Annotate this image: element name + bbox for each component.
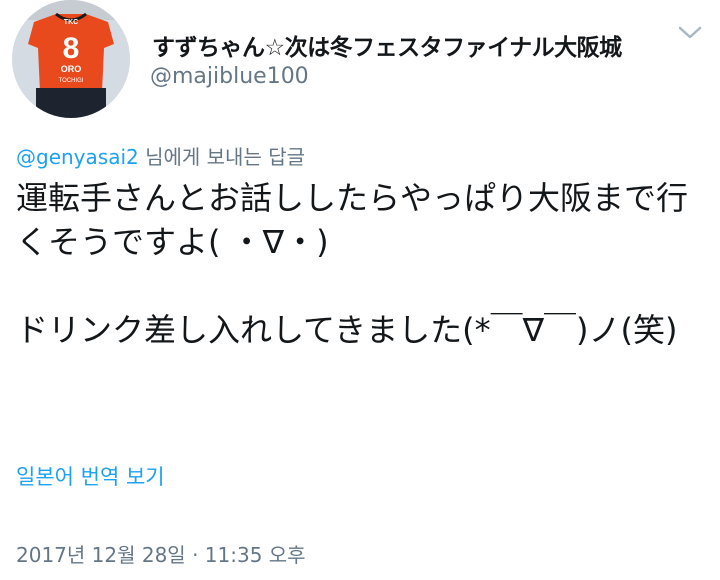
- avatar-brand: TKC: [64, 19, 78, 26]
- reply-mention-link[interactable]: @genyasai2: [16, 145, 139, 169]
- translate-link[interactable]: 일본어 번역 보기: [16, 461, 165, 491]
- user-handle[interactable]: @majiblue100: [150, 64, 309, 89]
- reply-suffix: 님에게 보내는 답글: [138, 145, 306, 169]
- display-name[interactable]: すずちゃん☆次は冬フェスタファイナル大阪城: [152, 28, 622, 62]
- avatar-photo: 8 ORO TOCHIGI TKC: [12, 0, 130, 118]
- avatar-jersey-number: 8: [63, 32, 80, 65]
- avatar-jersey-text: ORO: [61, 64, 82, 74]
- avatar-jersey-sub: TOCHIGI: [59, 78, 84, 84]
- reply-context: @genyasai2 님에게 보내는 답글: [16, 141, 305, 170]
- chevron-down-icon[interactable]: [677, 24, 703, 42]
- tweet-text: 運転手さんとお話ししたらやっぱり大阪まで行くそうですよ( ・∇・) ドリンク差し…: [16, 179, 689, 349]
- tweet-timestamp[interactable]: 2017년 12월 28일 · 11:35 오후: [16, 539, 306, 568]
- avatar[interactable]: 8 ORO TOCHIGI TKC: [12, 0, 130, 118]
